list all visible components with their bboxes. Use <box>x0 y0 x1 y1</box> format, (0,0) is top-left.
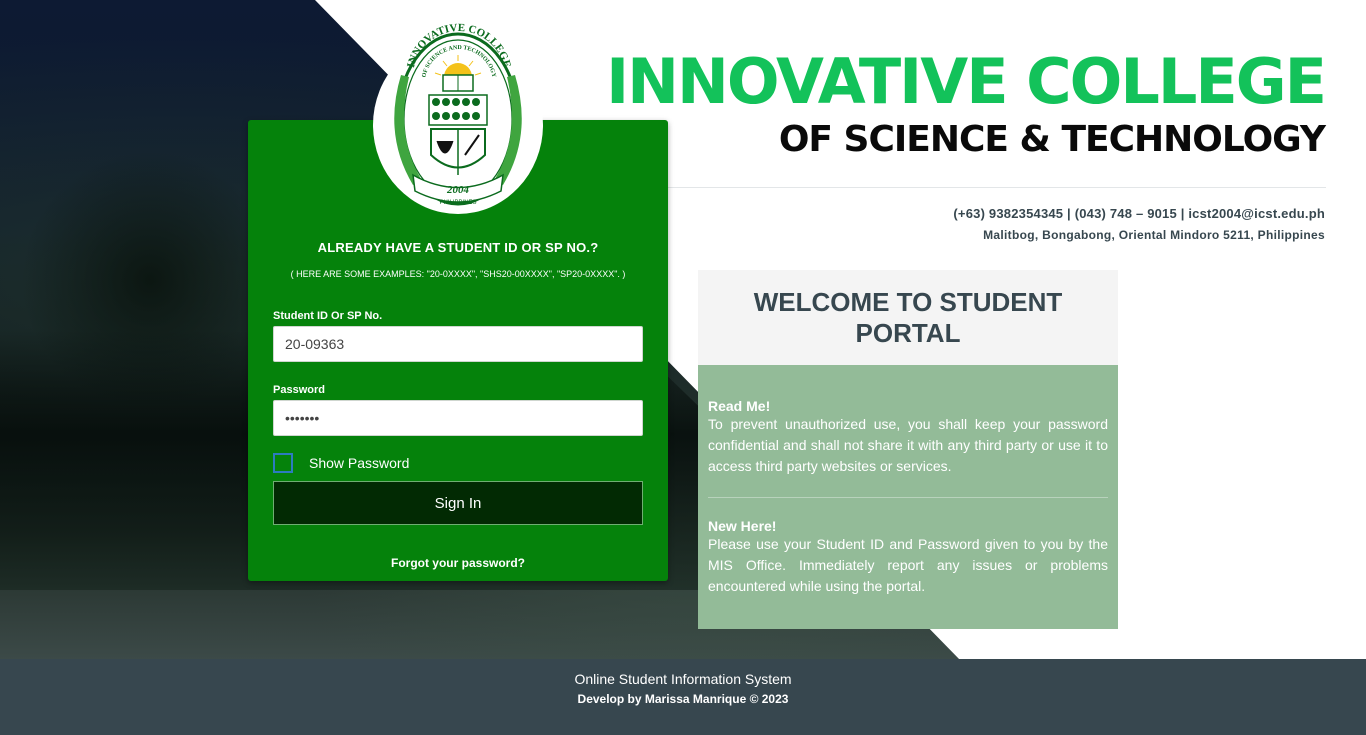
login-page: INNOVATIVE COLLEGE OF SCIENCE & TECHNOLO… <box>0 0 1366 735</box>
show-password-label[interactable]: Show Password <box>309 455 409 471</box>
new-here-title: New Here! <box>708 518 777 534</box>
readme-text: To prevent unauthorized use, you shall k… <box>708 416 1108 474</box>
new-here-section: New Here! Please use your Student ID and… <box>708 518 1108 597</box>
login-heading: ALREADY HAVE A STUDENT ID OR SP NO.? <box>317 240 599 255</box>
header-divider <box>668 187 1326 188</box>
contact-info: (+63) 9382354345 | (043) 748 – 9015 | ic… <box>953 206 1325 221</box>
welcome-title: WELCOME TO STUDENT PORTAL <box>698 270 1118 365</box>
welcome-panel: WELCOME TO STUDENT PORTAL Read Me! To pr… <box>698 270 1118 629</box>
show-password-checkbox[interactable] <box>273 453 293 473</box>
forgot-password-link[interactable]: Forgot your password? <box>248 556 668 570</box>
college-name: INNOVATIVE COLLEGE <box>606 45 1327 118</box>
address-info: Malitbog, Bongabong, Oriental Mindoro 52… <box>983 228 1325 242</box>
logo-year: 2004 <box>446 184 470 196</box>
logo-bottom-text: PHILIPPINES <box>439 200 476 206</box>
student-id-input[interactable] <box>273 326 643 362</box>
new-here-text: Please use your Student ID and Password … <box>708 536 1108 594</box>
password-input[interactable] <box>273 400 643 436</box>
login-examples: ( HERE ARE SOME EXAMPLES: "20-0XXXX", "S… <box>290 269 626 279</box>
student-id-label: Student ID Or SP No. <box>273 310 383 322</box>
footer-system-name: Online Student Information System <box>574 671 792 687</box>
section-divider <box>708 497 1108 498</box>
footer-credit: Develop by Marissa Manrique © 2023 <box>577 692 789 706</box>
welcome-body: Read Me! To prevent unauthorized use, yo… <box>698 365 1118 629</box>
readme-title: Read Me! <box>708 398 771 414</box>
college-logo: INNOVATIVE COLLEGE OF SCIENCE AND TECHNO… <box>373 22 543 214</box>
password-label: Password <box>273 384 325 396</box>
footer: Online Student Information System Develo… <box>0 659 1366 735</box>
college-subtitle: OF SCIENCE & TECHNOLOGY <box>778 119 1326 160</box>
sign-in-button[interactable]: Sign In <box>273 481 643 525</box>
readme-section: Read Me! To prevent unauthorized use, yo… <box>708 398 1108 477</box>
